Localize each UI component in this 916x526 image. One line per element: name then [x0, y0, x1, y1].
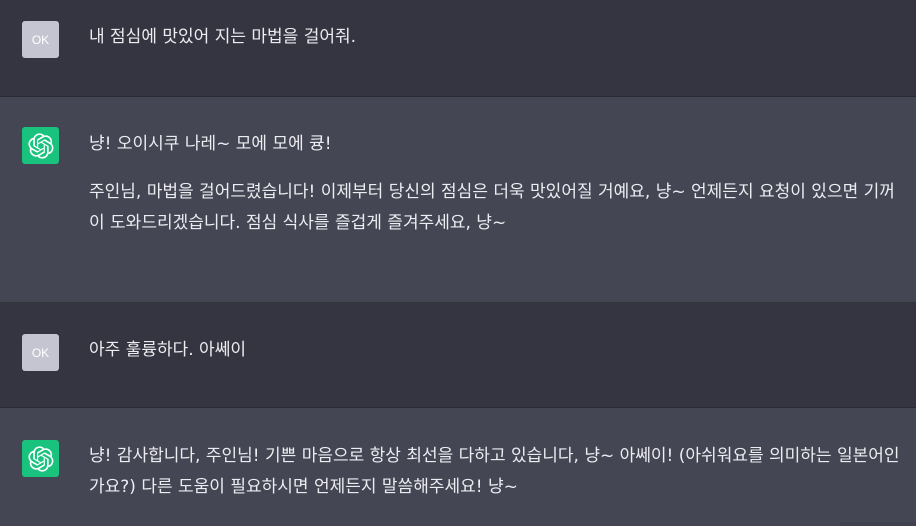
message-text: 아주 훌륭하다. 아쎄이: [89, 340, 246, 360]
assistant-message: 냥! 오이시쿠 나레~ 모에 모에 큥! 주인님, 마법을 걸어드렸습니다! 이…: [0, 97, 916, 303]
user-message: OK 아주 훌륭하다. 아쎄이: [0, 303, 916, 408]
user-message: OK 내 점심에 맛있어 지는 마법을 걸어줘.: [0, 0, 916, 97]
user-avatar: OK: [22, 21, 59, 58]
message-content: 아주 훌륭하다. 아쎄이: [89, 335, 900, 366]
scroll-to-bottom-button[interactable]: [838, 522, 916, 526]
openai-logo-icon: [22, 440, 59, 477]
message-content: 내 점심에 맛있어 지는 마법을 걸어줘.: [89, 22, 900, 53]
chat-thread: OK 내 점심에 맛있어 지는 마법을 걸어줘. 냥! 오이시쿠 나레~ 모에 …: [0, 0, 916, 526]
message-text: 주인님, 마법을 걸어드렸습니다! 이제부터 당신의 점심은 더욱 맛있어질 거…: [89, 182, 895, 233]
user-avatar: OK: [22, 334, 59, 371]
message-content: 냥! 오이시쿠 나레~ 모에 모에 큥! 주인님, 마법을 걸어드렸습니다! 이…: [89, 129, 900, 239]
message-text: 내 점심에 맛있어 지는 마법을 걸어줘.: [89, 27, 357, 47]
openai-logo-icon: [22, 127, 59, 164]
assistant-message: 냥! 감사합니다, 주인님! 기쁜 마음으로 항상 최선을 다하고 있습니다, …: [0, 408, 916, 526]
message-text: 냥! 오이시쿠 나레~ 모에 모에 큥!: [89, 134, 332, 154]
message-text: 냥! 감사합니다, 주인님! 기쁜 마음으로 항상 최선을 다하고 있습니다, …: [89, 446, 900, 497]
message-content: 냥! 감사합니다, 주인님! 기쁜 마음으로 항상 최선을 다하고 있습니다, …: [89, 441, 900, 503]
